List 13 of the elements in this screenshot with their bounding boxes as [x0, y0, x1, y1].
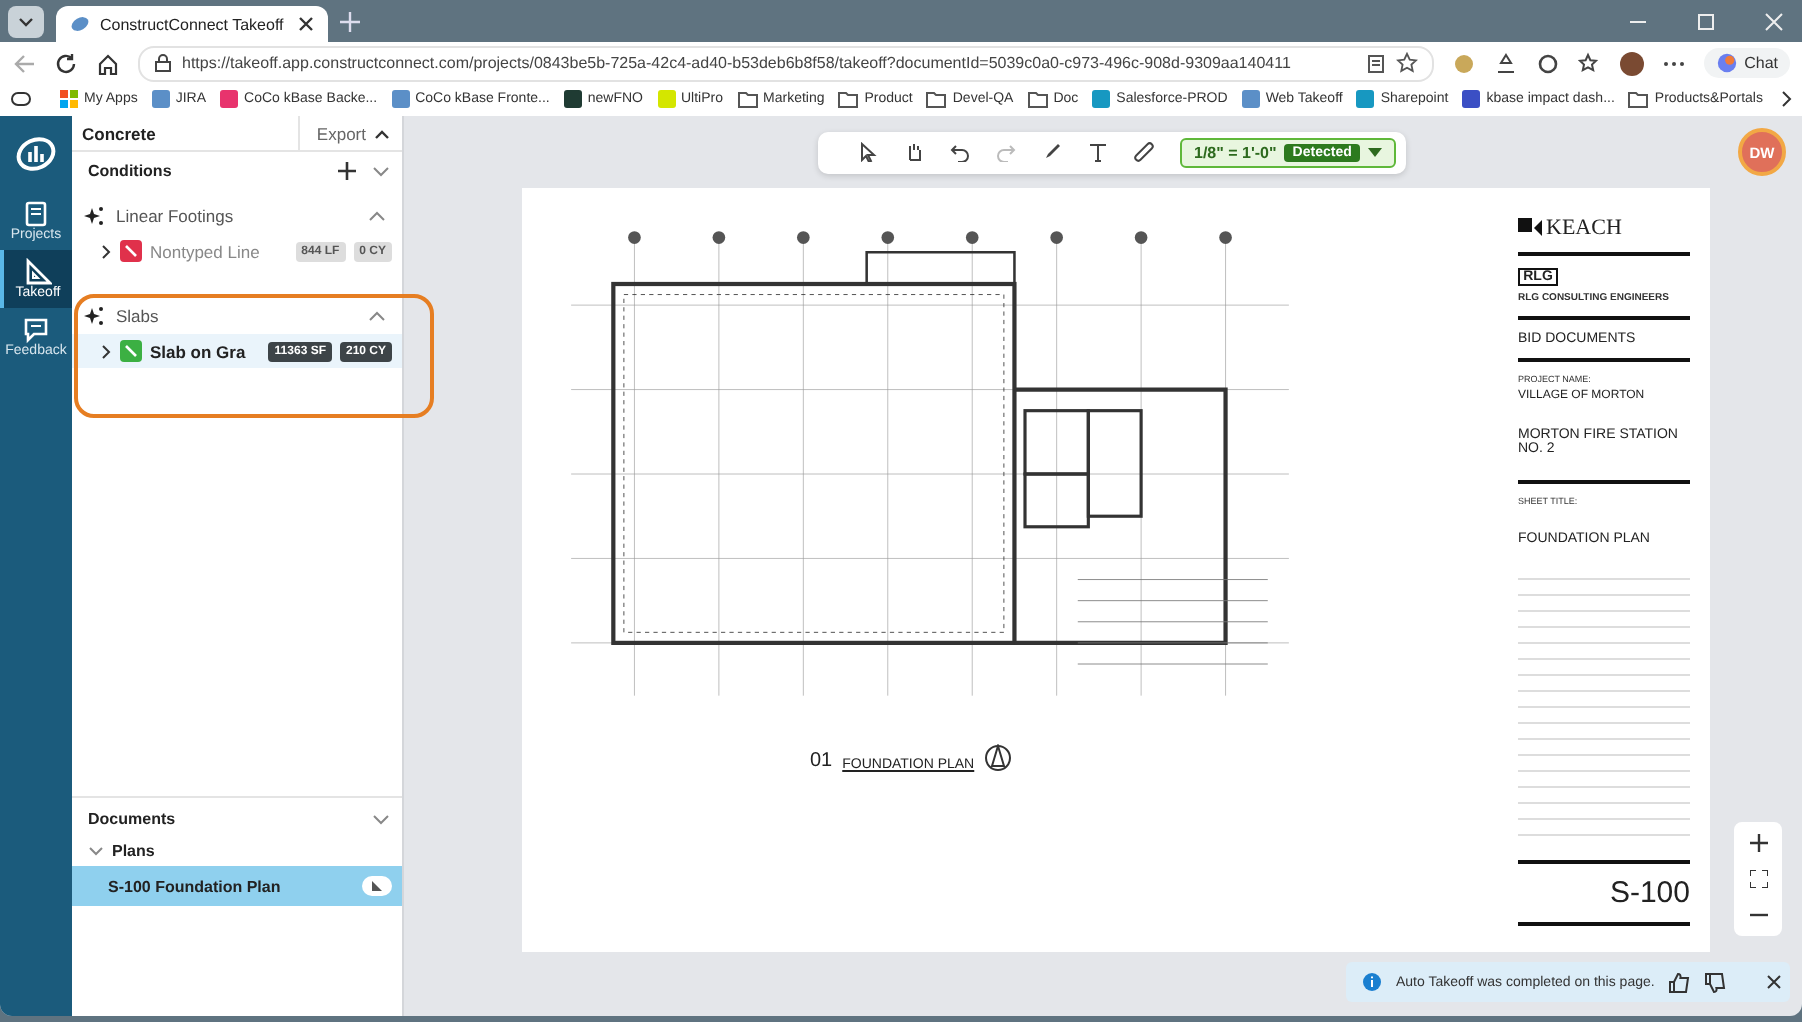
section-title: Documents [88, 810, 178, 828]
drawing-number: 01 [810, 750, 833, 772]
group-title[interactable]: Slabs [116, 306, 356, 326]
group-title[interactable]: Linear Footings [116, 206, 356, 226]
address-field[interactable]: https://takeoff.app.constructconnect.com/projects/0843be5b-725a-42c4-ad40-b53deb6b8f58/takeoff?documentId=5039c0a0-c973-496c-908d-9309aa140411 [138, 45, 1435, 81]
sheet-number: S-100 [1607, 876, 1690, 910]
panel-title: Concrete [80, 123, 156, 143]
folder-row[interactable]: Plans [72, 836, 402, 866]
chat-button[interactable]: Chat [1704, 48, 1790, 78]
browser-tab[interactable]: ConstructConnect Takeoff [56, 6, 328, 42]
section-title: Conditions [88, 162, 174, 180]
document-row[interactable]: S-100 Foundation Plan [72, 866, 402, 906]
firm-name: KEACH [1546, 216, 1622, 240]
